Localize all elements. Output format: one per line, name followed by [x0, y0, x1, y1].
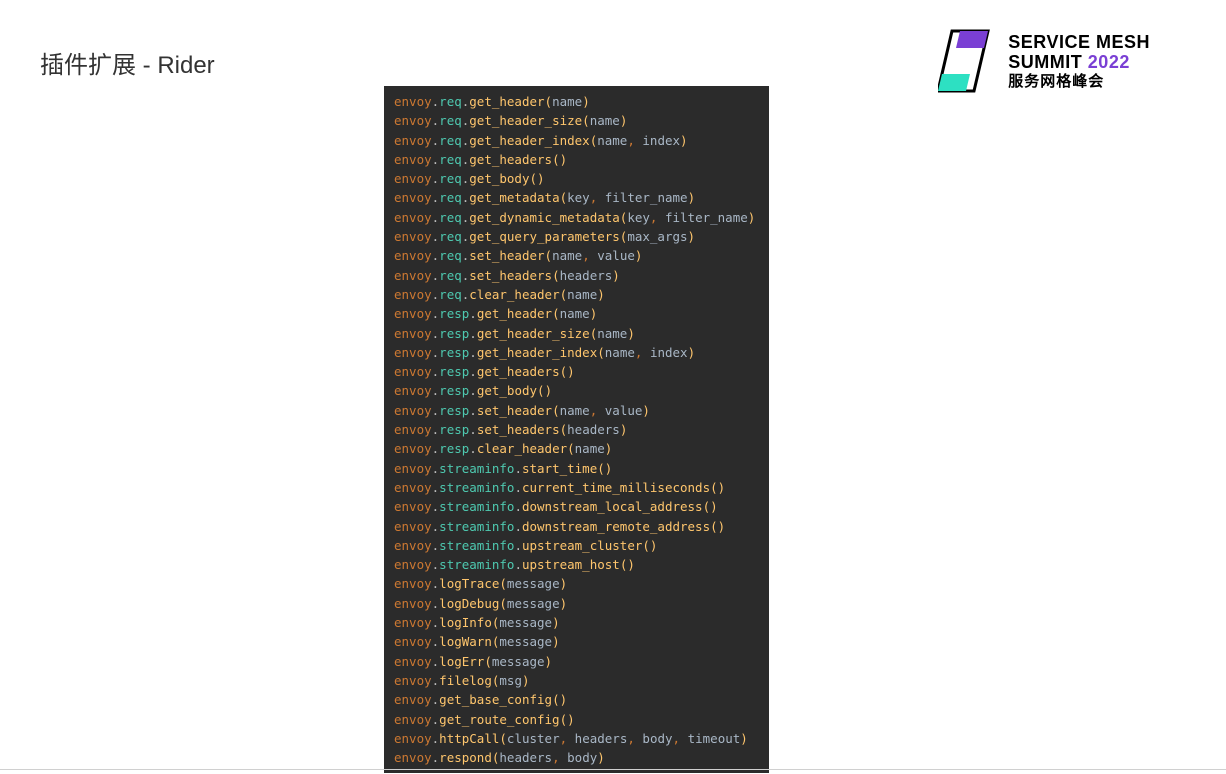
code-line: envoy.resp.get_headers() — [394, 362, 759, 381]
code-line: envoy.req.get_metadata(key, filter_name) — [394, 188, 759, 207]
code-line: envoy.get_base_config() — [394, 690, 759, 709]
code-line: envoy.logErr(message) — [394, 652, 759, 671]
divider — [0, 769, 1226, 770]
code-line: envoy.req.get_headers() — [394, 150, 759, 169]
code-line: envoy.resp.set_headers(headers) — [394, 420, 759, 439]
code-line: envoy.respond(headers, body) — [394, 748, 759, 767]
code-line: envoy.filelog(msg) — [394, 671, 759, 690]
code-line: envoy.logWarn(message) — [394, 632, 759, 651]
code-line: envoy.streaminfo.downstream_remote_addre… — [394, 517, 759, 536]
code-line: envoy.resp.get_header_index(name, index) — [394, 343, 759, 362]
code-line: envoy.resp.get_header_size(name) — [394, 324, 759, 343]
code-line: envoy.streaminfo.upstream_host() — [394, 555, 759, 574]
code-line: envoy.req.clear_header(name) — [394, 285, 759, 304]
logo-text: SERVICE MESH SUMMIT 2022 服务网格峰会 — [1008, 32, 1150, 91]
event-logo: SERVICE MESH SUMMIT 2022 服务网格峰会 — [938, 28, 1150, 94]
code-line: envoy.resp.clear_header(name) — [394, 439, 759, 458]
code-line: envoy.req.get_query_parameters(max_args) — [394, 227, 759, 246]
code-line: envoy.req.get_header(name) — [394, 92, 759, 111]
code-line: envoy.logDebug(message) — [394, 594, 759, 613]
code-line: envoy.streaminfo.start_time() — [394, 459, 759, 478]
logo-line1: SERVICE MESH — [1008, 32, 1150, 53]
code-line: envoy.streaminfo.downstream_local_addres… — [394, 497, 759, 516]
code-line: envoy.req.set_header(name, value) — [394, 246, 759, 265]
code-line: envoy.req.get_header_size(name) — [394, 111, 759, 130]
logo-line3: 服务网格峰会 — [1008, 73, 1150, 90]
code-line: envoy.streaminfo.upstream_cluster() — [394, 536, 759, 555]
code-line: envoy.req.get_dynamic_metadata(key, filt… — [394, 208, 759, 227]
code-block: envoy.req.get_header(name)envoy.req.get_… — [384, 86, 769, 773]
code-line: envoy.req.get_body() — [394, 169, 759, 188]
code-line: envoy.req.set_headers(headers) — [394, 266, 759, 285]
code-line: envoy.resp.get_header(name) — [394, 304, 759, 323]
slide-title: 插件扩展 - Rider — [40, 45, 215, 80]
code-line: envoy.streaminfo.current_time_millisecon… — [394, 478, 759, 497]
code-line: envoy.logTrace(message) — [394, 574, 759, 593]
code-line: envoy.get_route_config() — [394, 710, 759, 729]
code-line: envoy.resp.set_header(name, value) — [394, 401, 759, 420]
code-line: envoy.logInfo(message) — [394, 613, 759, 632]
logo-line2: SUMMIT 2022 — [1008, 52, 1150, 73]
code-line: envoy.req.get_header_index(name, index) — [394, 131, 759, 150]
code-line: envoy.httpCall(cluster, headers, body, t… — [394, 729, 759, 748]
code-line: envoy.resp.get_body() — [394, 381, 759, 400]
logo-mark-icon — [938, 28, 994, 94]
